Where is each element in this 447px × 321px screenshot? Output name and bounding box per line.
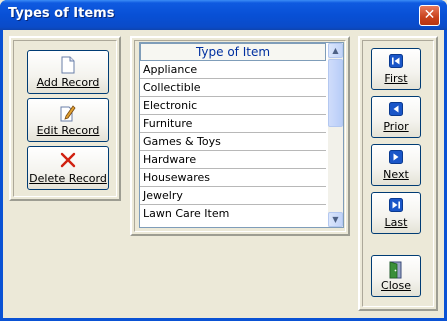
next-label: Next — [383, 168, 409, 181]
edit-record-label: Edit Record — [36, 124, 100, 137]
add-record-button[interactable]: Add Record — [27, 50, 109, 94]
edit-document-icon — [60, 105, 76, 122]
list-item[interactable]: Housewares — [140, 169, 326, 187]
next-record-icon — [389, 150, 403, 164]
add-record-label: Add Record — [36, 76, 100, 89]
list-item[interactable]: Appliance — [140, 61, 326, 79]
title-bar[interactable]: Types of Items ✕ — [0, 0, 447, 30]
window-title: Types of Items — [8, 6, 115, 21]
list-item[interactable]: Collectible — [140, 79, 326, 97]
scroll-thumb[interactable] — [328, 59, 343, 127]
dialog-window: Types of Items ✕ Add Record Edit Record — [0, 0, 447, 321]
list-item[interactable]: Lawn Care Item — [140, 205, 326, 223]
close-button[interactable]: Close — [371, 255, 421, 297]
close-label: Close — [381, 279, 411, 292]
delete-record-button[interactable]: Delete Record — [27, 146, 109, 190]
edit-record-button[interactable]: Edit Record — [27, 98, 109, 142]
list-item[interactable]: Games & Toys — [140, 133, 326, 151]
item-type-list[interactable]: Type of Item Appliance Collectible Elect… — [139, 42, 344, 228]
first-record-button[interactable]: First — [371, 48, 421, 90]
prior-record-icon — [389, 102, 403, 116]
client-area: Add Record Edit Record Delete Record Typ… — [3, 30, 444, 318]
scroll-down-arrow-icon[interactable]: ▼ — [328, 212, 343, 227]
next-record-button[interactable]: Next — [371, 144, 421, 186]
list-item[interactable]: Jewelry — [140, 187, 326, 205]
list-item[interactable]: Electronic — [140, 97, 326, 115]
list-item[interactable]: Furniture — [140, 115, 326, 133]
last-record-button[interactable]: Last — [371, 192, 421, 234]
new-document-icon — [61, 56, 75, 74]
delete-record-label: Delete Record — [29, 172, 107, 185]
prior-label: Prior — [383, 120, 409, 133]
last-record-icon — [389, 198, 403, 212]
delete-x-icon — [60, 152, 76, 168]
prior-record-button[interactable]: Prior — [371, 96, 421, 138]
last-label: Last — [384, 216, 408, 229]
first-record-icon — [389, 54, 403, 68]
list-item[interactable]: Hardware — [140, 151, 326, 169]
scroll-up-arrow-icon[interactable]: ▲ — [328, 43, 343, 58]
window-close-button[interactable]: ✕ — [419, 5, 440, 26]
vertical-scrollbar[interactable]: ▲ ▼ — [328, 43, 343, 227]
exit-door-icon — [389, 261, 402, 279]
list-column-header[interactable]: Type of Item — [140, 43, 326, 61]
first-label: First — [384, 72, 408, 85]
